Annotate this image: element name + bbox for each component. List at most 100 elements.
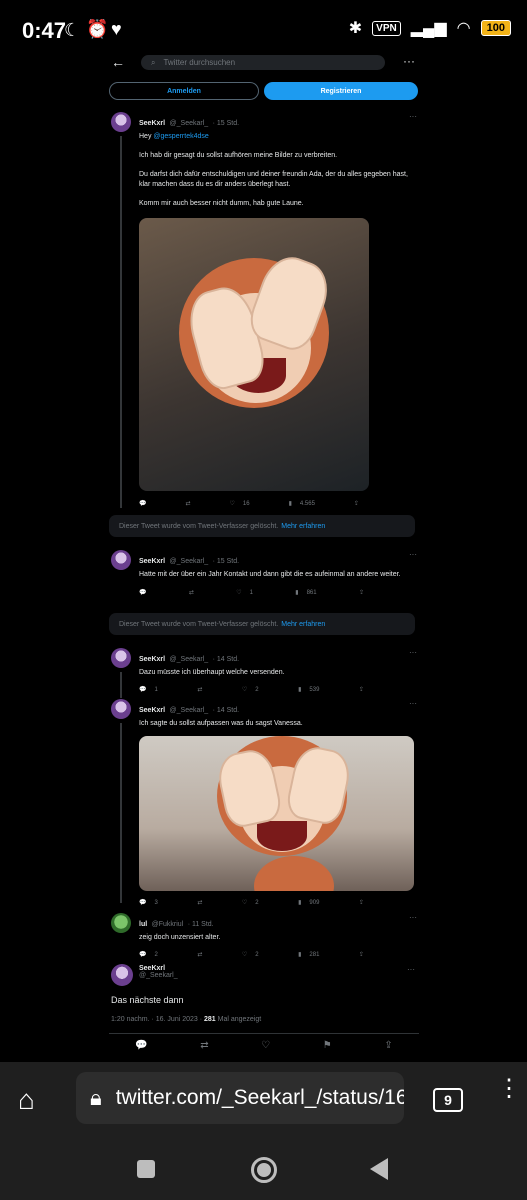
share-icon[interactable]: ⇪ [354,500,359,507]
heart-icon: ♥ [111,19,122,39]
tweet-author[interactable]: SeeKxrl [139,656,165,663]
like-button[interactable]: ♡ 2 [242,951,259,959]
tweet-timestamp[interactable]: 1:20 nachm. · 16. Juni 2023 · [111,1016,204,1023]
avatar[interactable] [111,550,131,570]
tweet-actions: 💬 1 ⇄ ♡ 2 ▮ 539 ⇪ [139,686,364,694]
tweet-actions: 💬 2 ⇄ ♡ 2 ▮ 281 ⇪ [139,951,364,959]
avatar[interactable] [111,112,131,132]
views-icon: ▮ [298,687,302,693]
share-icon[interactable]: ⇪ [359,686,364,693]
tabs-button[interactable]: 9 [433,1088,463,1112]
login-button[interactable]: Anmelden [109,82,259,100]
views-button[interactable]: ▮ 909 [298,899,320,907]
reply-icon[interactable]: 💬 [139,500,146,507]
tweet-handle: @_Seekarl_ [169,120,209,127]
views-label: Mal angezeigt [215,1016,262,1023]
tweet-text: Dazu müsste ich überhaupt welche versend… [139,669,285,676]
tweet-more-icon[interactable]: ··· [409,699,417,717]
learn-more-link[interactable]: Mehr erfahren [281,523,325,530]
tweet[interactable]: SeeKxrl @_Seekarl_ · 14 Std. ··· Dazu mü… [139,648,417,693]
tweet-more-icon[interactable]: ··· [409,550,417,568]
reply-icon: 💬 [139,900,147,906]
recents-icon[interactable] [137,1160,155,1178]
share-icon[interactable]: ⇪ [384,1040,392,1051]
share-icon[interactable]: ⇪ [359,951,364,958]
tweet-more-icon[interactable]: ··· [407,965,415,974]
tweet-handle: @_Seekarl_ [169,558,209,565]
tweet[interactable]: lul @Fukkriul · 11 Std. ··· zeig doch un… [139,913,417,958]
reply-icon[interactable]: 💬 [139,589,146,596]
views-button[interactable]: ▮ 281 [298,951,320,959]
home-icon[interactable]: ⌂ [18,1084,35,1116]
register-button[interactable]: Registrieren [264,82,418,100]
reply-icon: 💬 [139,952,147,958]
tweet-author[interactable]: SeeKxrl [139,707,165,714]
views-count: 909 [309,899,320,906]
retweet-icon[interactable]: ⇄ [197,686,202,693]
deleted-tweet-notice: Dieser Tweet wurde vom Tweet-Verfasser g… [109,613,415,635]
retweet-icon[interactable]: ⇄ [200,1040,208,1051]
learn-more-link[interactable]: Mehr erfahren [281,621,325,628]
reply-button[interactable]: 💬 3 [139,899,158,907]
tweet[interactable]: SeeKxrl @_Seekarl_ · 15 Std. ··· Hatte m… [139,550,417,596]
monkey-emoji [254,856,334,891]
like-button[interactable]: ♡ 2 [242,686,259,694]
mention-link[interactable]: @gesperrtek4dse [153,133,208,140]
like-button[interactable]: ♡ 16 [230,500,250,508]
moon-icon: ☾ [64,20,81,40]
like-button[interactable]: ♡ 2 [241,899,259,907]
tweet-time: · 14 Std. [212,707,240,714]
main-tweet-author[interactable]: SeeKxrl @_Seekarl_ [139,965,178,979]
views-button[interactable]: ▮ 861 [295,589,316,597]
tweet-text: Hatte mit der über ein Jahr Kontakt und … [139,571,401,578]
tweet-author[interactable]: SeeKxrl [139,120,165,127]
tweet-actions: 💬 ⇄ ♡ 16 ▮ 4.565 ⇪ [139,500,359,508]
retweet-icon[interactable]: ⇄ [189,589,194,596]
avatar[interactable] [111,964,133,986]
tweet-image[interactable] [139,736,414,891]
like-icon[interactable]: ♡ [261,1040,270,1051]
tweet-more-icon[interactable]: ··· [409,112,417,130]
avatar[interactable] [111,699,131,719]
url-bar[interactable]: 🔒︎ twitter.com/_Seekarl_/status/166 [76,1072,404,1124]
tweet[interactable]: SeeKxrl @_Seekarl_ · 15 Std. ··· Hey @ge… [139,112,417,507]
reply-button[interactable]: 💬 2 [139,951,158,959]
back-arrow-icon[interactable]: ← [111,54,125,70]
tweet-more-icon[interactable]: ··· [409,648,417,666]
retweet-icon[interactable]: ⇄ [185,500,190,507]
views-button[interactable]: ▮ 4.565 [289,500,315,508]
tweet[interactable]: SeeKxrl @_Seekarl_ · 14 Std. ··· Ich sag… [139,699,417,906]
like-icon: ♡ [241,900,248,906]
more-icon[interactable]: ··· [403,54,415,68]
tweet-author[interactable]: SeeKxrl [139,558,165,565]
reply-icon: 💬 [139,687,147,693]
like-count: 2 [255,951,259,958]
tweet-author[interactable]: lul [139,921,147,928]
tweet-more-icon[interactable]: ··· [409,913,417,931]
retweet-icon[interactable]: ⇄ [197,899,202,906]
reply-count: 1 [154,686,158,693]
menu-icon[interactable]: ⋮ [497,1077,521,1101]
bookmark-icon[interactable]: ⚑ [323,1040,332,1051]
share-icon[interactable]: ⇪ [359,589,364,596]
alarm-icon: ⏰ [86,19,109,39]
retweet-icon[interactable]: ⇄ [197,951,202,958]
avatar[interactable] [111,913,131,933]
lock-icon: 🔒︎ [90,1085,102,1110]
views-button[interactable]: ▮ 539 [298,686,319,694]
share-icon[interactable]: ⇪ [359,899,364,906]
views-count: 281 [309,951,320,958]
tweet-author[interactable]: SeeKxrl [139,965,178,972]
search-input[interactable]: ⌕ Twitter durchsuchen [141,55,385,70]
reply-button[interactable]: 💬 1 [139,686,158,694]
twitter-topbar: ← ⌕ Twitter durchsuchen ··· [103,48,425,78]
auth-buttons: Anmelden Registrieren [109,82,419,100]
avatar[interactable] [111,648,131,668]
thread-line [120,136,122,508]
reply-icon[interactable]: 💬 [135,1040,147,1051]
back-nav-icon[interactable] [370,1158,388,1180]
like-count: 2 [255,899,259,906]
tweet-image[interactable] [139,218,369,491]
like-button[interactable]: ♡ 1 [236,589,253,597]
views-count: 281 [204,1016,216,1023]
